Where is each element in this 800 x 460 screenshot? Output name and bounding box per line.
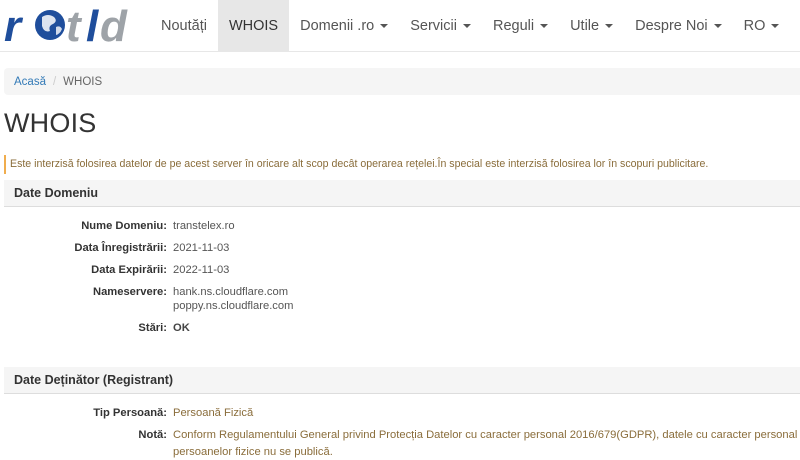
breadcrumb-current: WHOIS <box>63 75 103 88</box>
usage-notice: Este interzisă folosirea datelor de pe a… <box>4 155 800 174</box>
nav-item-label: Reguli <box>492 18 535 34</box>
row-label: Stări: <box>138 322 167 334</box>
caret-down-icon <box>380 24 389 28</box>
caret-down-icon <box>540 24 549 28</box>
registration-date-value: 2021-11-03 <box>173 242 230 254</box>
nav-item-label: Servicii <box>410 18 457 34</box>
breadcrumb: Acasă / WHOIS <box>4 68 800 95</box>
caret-down-icon <box>605 24 614 28</box>
caret-down-icon <box>771 24 780 28</box>
row-label: Nume Domeniu: <box>81 220 167 232</box>
caret-down-icon <box>713 24 722 28</box>
nav-item-label: Noutăți <box>161 18 207 34</box>
person-type-value: Persoană Fizică <box>173 407 254 419</box>
breadcrumb-separator: / <box>52 75 57 88</box>
page-title: WHOIS <box>4 108 97 138</box>
domain-section-heading: Date Domeniu <box>4 180 800 207</box>
registrant-section-heading: Date Deținător (Registrant) <box>4 367 800 394</box>
nav-item-label: Domenii .ro <box>300 18 375 34</box>
nav-item-domenii-ro[interactable]: Domenii .ro <box>289 0 399 52</box>
nav-item-whois[interactable]: WHOIS <box>217 0 290 52</box>
row-label: Data Expirării: <box>91 264 167 276</box>
nav-item-reguli[interactable]: Reguli <box>482 0 559 52</box>
nav-item-label: WHOIS <box>228 18 279 34</box>
nav-item-label: Despre Noi <box>635 18 708 34</box>
svg-text:d: d <box>100 3 128 47</box>
row-label: Tip Persoană: <box>93 407 167 419</box>
domain-name-value: transtelex.ro <box>173 220 235 232</box>
nav-item-label: RO <box>743 18 766 34</box>
svg-text:l: l <box>86 3 99 47</box>
nameserver-2-value: poppy.ns.cloudflare.com <box>173 300 294 312</box>
top-navbar: r t l d Noutăți WHOIS Domenii .ro Servic… <box>0 0 800 52</box>
svg-text:t: t <box>66 3 83 47</box>
rotld-logo[interactable]: r t l d <box>4 3 140 47</box>
svg-text:r: r <box>4 3 24 47</box>
status-value: OK <box>173 322 190 334</box>
main-nav: Noutăți WHOIS Domenii .ro Servicii Regul… <box>150 0 790 52</box>
gdpr-note-value: Conform Regulamentului General privind P… <box>173 429 800 458</box>
nav-item-servicii[interactable]: Servicii <box>399 0 482 52</box>
row-label: Data Înregistrării: <box>74 242 167 254</box>
nav-item-language[interactable]: RO <box>733 0 791 52</box>
nav-item-utile[interactable]: Utile <box>559 0 624 52</box>
nav-item-noutati[interactable]: Noutăți <box>150 0 218 52</box>
breadcrumb-home-link[interactable]: Acasă <box>14 76 46 88</box>
row-label: Notă: <box>138 429 167 441</box>
expiration-date-value: 2022-11-03 <box>173 264 230 276</box>
nav-item-label: Utile <box>570 18 600 34</box>
nav-item-despre-noi[interactable]: Despre Noi <box>624 0 733 52</box>
row-label: Nameservere: <box>92 286 167 298</box>
nameserver-1-value: hank.ns.cloudflare.com <box>173 286 289 298</box>
caret-down-icon <box>462 24 471 28</box>
